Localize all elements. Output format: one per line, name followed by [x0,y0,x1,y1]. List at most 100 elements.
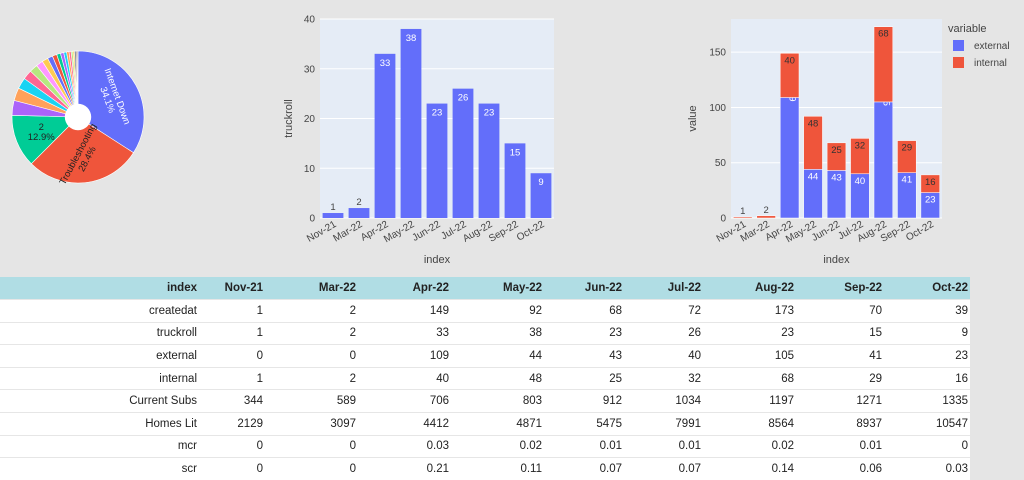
table-cell: 1197 [703,389,796,413]
table-cell: 2 [265,321,358,345]
table-cell: 1271 [796,389,884,413]
bar-data-label: 1 [740,206,745,217]
y-tick-label: 150 [709,48,726,59]
table-row: internal 1 2 40 48 25 32 68 29 16 [0,366,970,390]
bar-data-label: 41 [902,175,913,186]
legend-label: external [974,41,1010,52]
table-cell: 40 [358,366,451,390]
bar-data-label: 43 [831,172,842,183]
table-row: external 0 0 109 44 43 40 105 41 23 [0,344,970,368]
table-cell: 29 [796,366,884,390]
y-tick-label: 100 [709,103,726,114]
table-cell: 9 [884,321,970,345]
stacked-bar-internal [733,216,753,219]
table-cell: 0.02 [703,434,796,458]
table-cell: 0 [265,344,358,368]
table-header-cell: Oct-22 [884,277,970,300]
table-cell: 43 [544,344,624,368]
bar-data-label: 23 [925,195,936,206]
table-cell: 0 [884,434,970,458]
table-cell: 109 [358,344,451,368]
table-header-cell: Aug-22 [703,277,796,300]
table-cell: truckroll [0,321,199,345]
table-cell: 1 [199,366,265,390]
table-cell: 105 [703,344,796,368]
bar-data-label: 32 [855,140,866,151]
bar-data-label: 44 [808,171,819,182]
table-cell: 0.07 [544,457,624,480]
y-tick-label: 0 [720,214,726,225]
bar-data-label: 68 [878,29,889,40]
table-cell: 23 [884,344,970,368]
table-cell: 8937 [796,411,884,436]
table-cell: 803 [451,389,544,413]
table-row: createdat 1 2 149 92 68 72 173 70 39 [0,299,970,323]
bar-data-label: 2 [764,205,769,216]
table-cell: 5475 [544,411,624,436]
table-cell: 0.01 [624,434,703,458]
table-cell: 0.01 [796,434,884,458]
table-cell: 0 [265,457,358,480]
table-cell: 68 [703,366,796,390]
legend-title: variable [948,23,987,35]
table-cell: 23 [703,321,796,345]
stacked-bar-internal [756,215,776,219]
table-cell: 1 [199,321,265,345]
table-cell: Homes Lit [0,411,199,436]
table-cell: 0 [199,344,265,368]
table-cell: 38 [451,321,544,345]
bar-data-label: 48 [808,118,819,129]
table-cell: 10547 [884,411,970,436]
stacked-bar-external [873,101,894,219]
table-cell: 0.11 [451,457,544,480]
legend-label: internal [974,58,1007,69]
table-header-cell: Jul-22 [624,277,703,300]
table-cell: mcr [0,434,199,458]
table-cell: 0.21 [358,457,451,480]
table-cell: 706 [358,389,451,413]
table-cell: external [0,344,199,368]
table-cell: 68 [544,299,624,323]
bar-data-label: 40 [784,55,795,66]
bar-data-label: 25 [831,145,842,156]
table-row: truckroll 1 2 33 38 23 26 23 15 9 [0,321,970,345]
table-cell: 72 [624,299,703,323]
table-cell: 39 [884,299,970,323]
table-cell: 0.03 [358,434,451,458]
table-cell: 1034 [624,389,703,413]
table-cell: 0.02 [451,434,544,458]
table-row: Homes Lit 2129 3097 4412 4871 5475 7991 8564 893… [0,411,970,436]
table-cell: 33 [358,321,451,345]
table-header-cell: Nov-21 [199,277,265,300]
table-header-cell: Apr-22 [358,277,451,300]
table-cell: 589 [265,389,358,413]
table-header-row: index Nov-21 Mar-22 Apr-22 May-22 Jun-22 Jul-2… [0,277,970,300]
table-cell: 1 [199,299,265,323]
table-cell: 41 [796,344,884,368]
table-cell: 2 [265,366,358,390]
table-cell: 912 [544,389,624,413]
table-cell: 0 [199,457,265,480]
table-cell: 0.01 [544,434,624,458]
table-cell: scr [0,457,199,480]
table-cell: 25 [544,366,624,390]
stacked-bar-chart: 050100150Nov-21Mar-22Apr-22May-22Jun-22J… [687,19,1010,266]
table-cell: 16 [884,366,970,390]
x-axis-title: index [823,254,850,266]
table-cell: Current Subs [0,389,199,413]
table-cell: 8564 [703,411,796,436]
table-cell: 26 [624,321,703,345]
table-body: createdat 1 2 149 92 68 72 173 70 39 truckroll 1 2 33… [0,299,970,480]
table-row: scr 0 0 0.21 0.11 0.07 0.07 0.14 0.06 0.03 [0,457,970,480]
table-header-cell: Mar-22 [265,277,358,300]
table-cell: 92 [451,299,544,323]
table-cell: 0 [265,434,358,458]
table-cell: 3097 [265,411,358,436]
table-cell: 344 [199,389,265,413]
table-cell: 70 [796,299,884,323]
bar-data-label: 29 [902,143,913,154]
table-cell: 0.06 [796,457,884,480]
table-cell: 0.07 [624,457,703,480]
table-cell: 0.14 [703,457,796,480]
table-cell: 4871 [451,411,544,436]
